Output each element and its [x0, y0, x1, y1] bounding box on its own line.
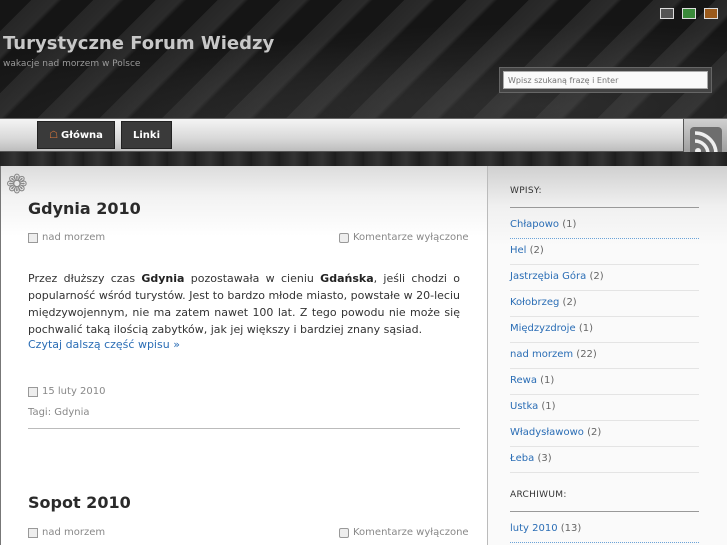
widget-title-archive: ARCHIWUM:	[510, 490, 567, 500]
widget-divider	[510, 511, 699, 512]
comment-icon	[339, 232, 349, 243]
category-list: Chłapowo (1) Hel (2) Jastrzębia Góra (2) Ko…	[510, 213, 699, 473]
post-excerpt: Przez dłuższy czas Gdynia pozostawała w …	[28, 270, 460, 338]
post-title[interactable]: Gdynia 2010	[28, 199, 141, 218]
item-count: (1)	[562, 219, 577, 230]
item-count: (1)	[541, 401, 556, 412]
widget-title-posts: WPISY:	[510, 186, 542, 196]
comment-icon	[339, 527, 349, 538]
content-area	[0, 166, 487, 545]
list-item: Międzyzdroje (1)	[510, 317, 699, 343]
ornament-icon: ❁	[6, 170, 28, 200]
item-count: (22)	[576, 349, 597, 360]
nav-item-home-label: Główna	[61, 129, 103, 141]
post-date: 15 luty 2010	[28, 386, 106, 397]
document-icon	[28, 232, 38, 243]
post-comments-text: Komentarze wyłączone	[353, 232, 469, 243]
nav-item-links-label: Linki	[133, 129, 160, 141]
item-count: (1)	[540, 375, 555, 386]
main-nav: ☖ Główna Linki	[0, 118, 727, 152]
post-category-link[interactable]: nad morzem	[42, 232, 105, 243]
list-item: Władysławowo (2)	[510, 421, 699, 447]
post-date-text: 15 luty 2010	[42, 386, 106, 397]
site-header: Turystyczne Forum Wiedzy wakacje nad mor…	[0, 0, 727, 118]
category-link[interactable]: nad morzem	[510, 349, 573, 360]
excerpt-bold-gdansk: Gdańska	[320, 272, 374, 285]
item-count: (2)	[587, 427, 602, 438]
post-category-link[interactable]: nad morzem	[42, 527, 105, 538]
post-category: nad morzem	[28, 527, 105, 538]
category-link[interactable]: Ustka	[510, 401, 538, 412]
category-link[interactable]: Władysławowo	[510, 427, 584, 438]
excerpt-bold-gdynia: Gdynia	[141, 272, 185, 285]
category-link[interactable]: Hel	[510, 245, 526, 256]
widget-divider	[510, 207, 699, 208]
calendar-icon	[28, 386, 38, 397]
list-item: Kołobrzeg (2)	[510, 291, 699, 317]
category-link[interactable]: Międzyzdroje	[510, 323, 576, 334]
category-link[interactable]: Chłapowo	[510, 219, 559, 230]
post-title[interactable]: Sopot 2010	[28, 493, 131, 512]
item-count: (2)	[589, 271, 604, 282]
category-link[interactable]: Kołobrzeg	[510, 297, 559, 308]
category-link[interactable]: Jastrzębia Góra	[510, 271, 586, 282]
nav-item-home[interactable]: ☖ Główna	[37, 121, 115, 149]
theme-swatch-gray[interactable]	[660, 8, 674, 19]
item-count: (2)	[562, 297, 577, 308]
nav-item-links[interactable]: Linki	[121, 121, 172, 149]
category-link[interactable]: Rewa	[510, 375, 537, 386]
search-input[interactable]	[503, 71, 708, 89]
search-box	[499, 67, 712, 93]
item-count: (3)	[537, 453, 552, 464]
list-item: luty 2010 (13)	[510, 517, 699, 543]
list-item: Hel (2)	[510, 239, 699, 265]
post-category: nad morzem	[28, 232, 105, 243]
theme-swatch-brown[interactable]	[704, 8, 718, 19]
excerpt-text: pozostawała w cieniu	[184, 272, 321, 285]
list-item: Chłapowo (1)	[510, 213, 699, 239]
home-icon: ☖	[49, 129, 59, 141]
item-count: (1)	[578, 323, 593, 334]
post-comments-text: Komentarze wyłączone	[353, 527, 469, 538]
post-comments: Komentarze wyłączone	[339, 527, 469, 538]
theme-switcher	[660, 8, 718, 19]
category-link[interactable]: Łeba	[510, 453, 534, 464]
item-count: (2)	[529, 245, 544, 256]
archive-list: luty 2010 (13)	[510, 517, 699, 543]
excerpt-text: Przez dłuższy czas	[28, 272, 142, 285]
category-link[interactable]: luty 2010	[510, 523, 558, 534]
site-description: wakacje nad morzem w Polsce	[3, 59, 141, 69]
site-title[interactable]: Turystyczne Forum Wiedzy	[3, 33, 274, 54]
list-item: Łeba (3)	[510, 447, 699, 473]
post-tags: Tagi: Gdynia	[28, 407, 90, 418]
post-divider	[28, 428, 460, 429]
list-item: Jastrzębia Góra (2)	[510, 265, 699, 291]
list-item: Ustka (1)	[510, 395, 699, 421]
document-icon	[28, 527, 38, 538]
read-more-link[interactable]: Czytaj dalszą część wpisu »	[28, 338, 180, 351]
list-item: nad morzem (22)	[510, 343, 699, 369]
post-comments: Komentarze wyłączone	[339, 232, 469, 243]
theme-swatch-green[interactable]	[682, 8, 696, 19]
list-item: Rewa (1)	[510, 369, 699, 395]
post-tags-text[interactable]: Tagi: Gdynia	[28, 407, 90, 418]
item-count: (13)	[560, 523, 582, 534]
